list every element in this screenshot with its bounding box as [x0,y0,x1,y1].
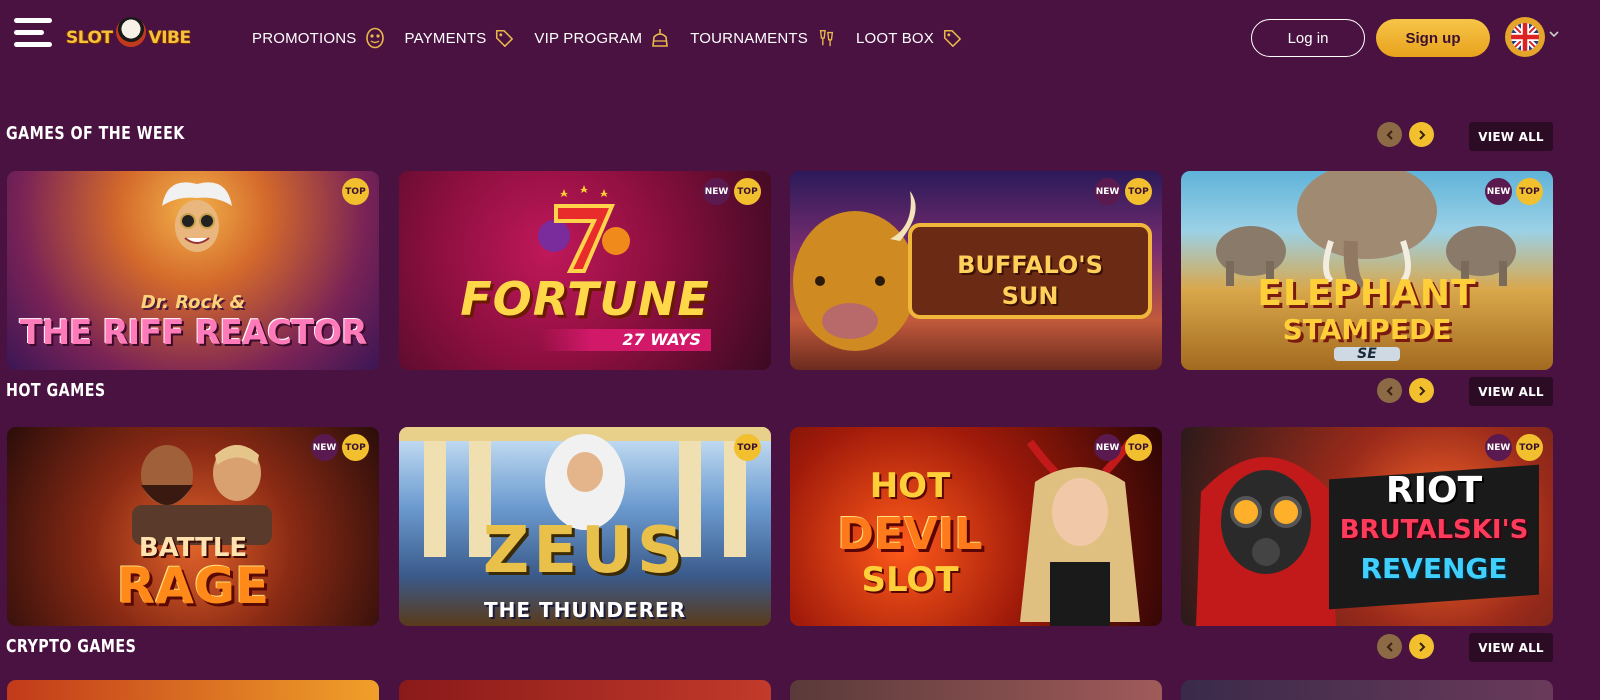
game-title-line1: Dr. Rock & [140,292,246,313]
scientist-character-icon [162,182,232,252]
tag-icon [942,27,962,49]
main-nav: PROMOTIONS PAYMENTS VIP PROGRAM TOURNAME… [252,24,982,52]
nav-promotions[interactable]: PROMOTIONS [252,24,385,52]
nav-label: TOURNAMENTS [690,29,808,47]
chevron-right-icon [1418,129,1425,140]
top-badge: TOP [1516,434,1543,461]
hamburger-menu-icon[interactable] [14,18,52,52]
new-badge: NEW [1094,434,1121,461]
game-card-elephant-stampede[interactable]: ELEPHANT STAMPEDE SE NEW TOP [1181,171,1553,370]
chevron-right-icon [1418,385,1425,396]
game-card-riot[interactable]: RIOT BRUTALSKI'S REVENGE NEW TOP [1181,427,1553,626]
view-all-button[interactable]: VIEW ALL [1469,122,1553,151]
mask-icon [365,27,385,49]
game-title-line2: RAGE [116,557,270,615]
section-title-hot-games: HOT GAMES [6,380,106,401]
new-badge: NEW [311,434,338,461]
nav-tournaments[interactable]: TOURNAMENTS [690,24,836,52]
chevron-right-icon [1418,641,1425,652]
chevron-left-icon [1386,641,1393,652]
game-title-line1: HOT [869,466,951,506]
game-card-buffalos-sun[interactable]: BUFFALO'S SUN NEW TOP [790,171,1162,370]
view-all-button[interactable]: VIEW ALL [1469,633,1553,662]
game-title-line1: RIOT [1385,470,1483,511]
nav-loot-box[interactable]: LOOT BOX [856,24,962,52]
site-logo[interactable]: SLOT VIBE [66,10,204,66]
nav-label: PROMOTIONS [252,29,357,47]
top-badge: TOP [342,434,369,461]
carousel-prev-button[interactable] [1377,122,1402,147]
game-card-peek[interactable] [790,680,1162,700]
top-badge: TOP [1125,178,1152,205]
new-badge: NEW [703,178,730,205]
chevron-left-icon [1386,129,1393,140]
top-badge: TOP [734,434,761,461]
game-card-peek[interactable] [399,680,771,700]
nav-payments[interactable]: PAYMENTS [405,24,515,52]
cake-icon [650,27,670,49]
carousel-prev-button[interactable] [1377,634,1402,659]
section-title-crypto-games: CRYPTO GAMES [6,636,137,657]
section-title-games-of-the-week: GAMES OF THE WEEK [6,123,185,144]
nav-vip-program[interactable]: VIP PROGRAM [534,24,670,52]
game-title-line1: FORTUNE [460,272,710,326]
new-badge: NEW [1485,434,1512,461]
logo-text-right: VIBE [148,28,192,48]
signup-button[interactable]: Sign up [1376,19,1490,57]
tag-icon [494,27,514,49]
game-card-peek[interactable] [7,680,379,700]
nav-label: PAYMENTS [404,29,487,47]
game-title-line2: STAMPEDE [1282,313,1452,346]
new-badge: NEW [1485,178,1512,205]
chevron-down-icon[interactable] [1548,28,1560,40]
chevron-left-icon [1386,385,1393,396]
game-title-line2: BRUTALSKI'S [1339,515,1529,545]
top-badge: TOP [734,178,761,205]
nav-label: LOOT BOX [855,29,934,47]
login-button[interactable]: Log in [1251,19,1365,57]
game-title-line2: THE THUNDERER [483,598,687,622]
carousel-next-button[interactable] [1409,634,1434,659]
view-all-button[interactable]: VIEW ALL [1469,377,1553,406]
game-title-line1: ZEUS [482,514,688,588]
lucky-seven-icon [538,185,630,273]
game-title-line3: REVENGE [1360,552,1508,585]
trophy-icon [816,27,836,49]
carousel-next-button[interactable] [1409,378,1434,403]
game-title-line3: SE [1334,347,1400,361]
game-card-fortune[interactable]: FORTUNE 27 WAYS NEW TOP [399,171,771,370]
game-title-line3: SLOT [861,560,959,600]
game-card-zeus[interactable]: ZEUS THE THUNDERER TOP [399,427,771,626]
language-selector[interactable] [1505,17,1545,57]
game-card-hot-devil[interactable]: HOT DEVIL SLOT NEW TOP [790,427,1162,626]
game-title-line2: 27 WAYS [539,329,711,351]
game-title-line1: BUFFALO'S [957,251,1103,279]
game-title-line1: ELEPHANT [1257,273,1477,314]
nav-label: VIP PROGRAM [534,29,643,47]
carousel-next-button[interactable] [1409,122,1434,147]
top-badge: TOP [342,178,369,205]
logo-mascot-icon [115,17,146,47]
game-card-peek[interactable] [1181,680,1553,700]
top-badge: TOP [1125,434,1152,461]
top-badge: TOP [1516,178,1543,205]
uk-flag-icon [1511,23,1539,51]
game-title-line2: SUN [1001,282,1059,310]
logo-text-left: SLOT [66,28,113,48]
carousel-prev-button[interactable] [1377,378,1402,403]
new-badge: NEW [1094,178,1121,205]
game-title-line2: DEVIL [837,509,983,560]
top-header: SLOT VIBE PROMOTIONS PAYMENTS VIP PROGRA… [0,0,1600,78]
game-card-riff-reactor[interactable]: Dr. Rock & THE RIFF REACTOR TOP [7,171,379,370]
devil-character-icon [1020,439,1140,626]
gas-mask-character-icon [1196,457,1336,626]
game-title-line2: THE RIFF REACTOR [19,313,368,353]
warriors-character-icon [132,445,272,545]
game-card-battle-rage[interactable]: BATTLE RAGE NEW TOP [7,427,379,626]
